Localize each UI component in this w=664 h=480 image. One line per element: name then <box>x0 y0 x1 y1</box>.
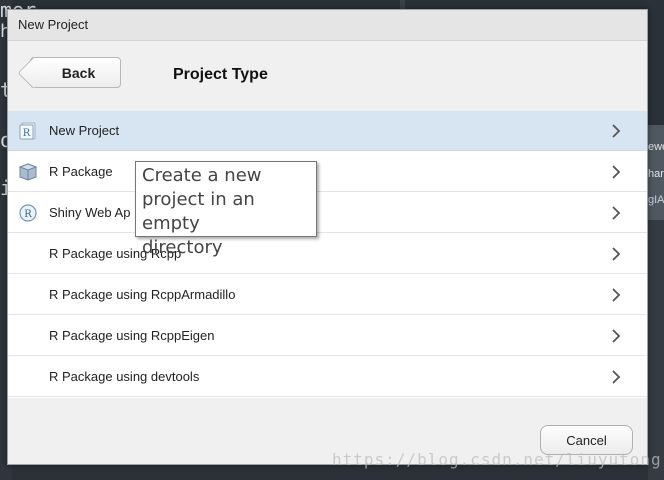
new-project-dialog: New Project Back Project Type R New Proj… <box>7 9 648 465</box>
project-type-r-package[interactable]: R Package <box>8 152 647 192</box>
svg-text:R: R <box>23 128 31 139</box>
project-type-label: R Package <box>49 164 113 179</box>
project-type-devtools[interactable]: R Package using devtools <box>8 357 647 397</box>
project-type-rcpp[interactable]: R Package using Rcpp <box>8 234 647 274</box>
dialog-title: New Project <box>18 17 89 32</box>
chevron-right-icon <box>612 206 621 220</box>
project-type-shiny-web-app[interactable]: R Shiny Web Ap <box>8 193 647 233</box>
background-right-text: gIA <box>648 194 664 206</box>
chevron-right-icon <box>612 124 621 138</box>
project-type-list: R New Project R Package R Shiny Web Ap R… <box>8 111 647 398</box>
back-button-label: Back <box>61 64 96 81</box>
chevron-right-icon <box>612 247 621 261</box>
project-type-rcpparmadillo[interactable]: R Package using RcppArmadillo <box>8 275 647 315</box>
r-package-icon <box>19 163 37 181</box>
dialog-titlebar[interactable]: New Project <box>8 10 647 41</box>
tooltip: Create a new project in an empty directo… <box>135 161 317 258</box>
r-project-icon: R <box>19 122 36 140</box>
back-button[interactable]: Back <box>30 57 121 88</box>
background-right-lower <box>648 220 664 480</box>
chevron-right-icon <box>612 329 621 343</box>
chevron-right-icon <box>612 165 621 179</box>
shiny-icon: R <box>19 204 37 222</box>
chevron-right-icon <box>612 288 621 302</box>
dialog-header: Back Project Type <box>8 41 647 111</box>
svg-text:R: R <box>24 209 32 220</box>
background-right-text: ewe <box>648 141 664 153</box>
watermark: https://blog.csdn.net/liuyutong <box>332 450 662 469</box>
project-type-label: Shiny Web Ap <box>49 205 131 220</box>
tooltip-line: project in an empty <box>142 189 255 234</box>
project-type-label: New Project <box>49 123 120 138</box>
tooltip-line: Create a new <box>142 165 262 186</box>
background-right-text: har <box>648 168 664 180</box>
page-title: Project Type <box>173 66 268 83</box>
project-type-new-project[interactable]: R New Project <box>8 111 647 151</box>
project-type-label: R Package using RcppArmadillo <box>49 287 236 302</box>
project-type-rcppeigen[interactable]: R Package using RcppEigen <box>8 316 647 356</box>
project-type-label: R Package using devtools <box>49 369 200 384</box>
chevron-right-icon <box>612 370 621 384</box>
project-type-label: R Package using RcppEigen <box>49 328 215 343</box>
tooltip-line: directory <box>142 237 223 258</box>
